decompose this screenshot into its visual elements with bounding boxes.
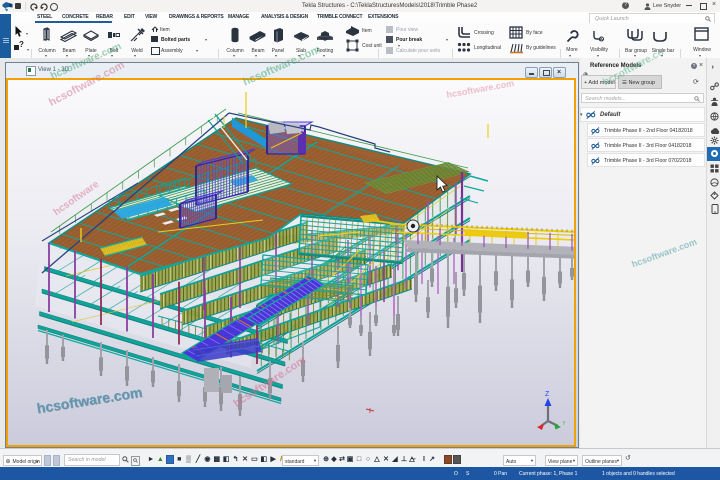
svg-text:Z: Z (545, 391, 550, 398)
svg-text:Y: Y (562, 421, 566, 427)
